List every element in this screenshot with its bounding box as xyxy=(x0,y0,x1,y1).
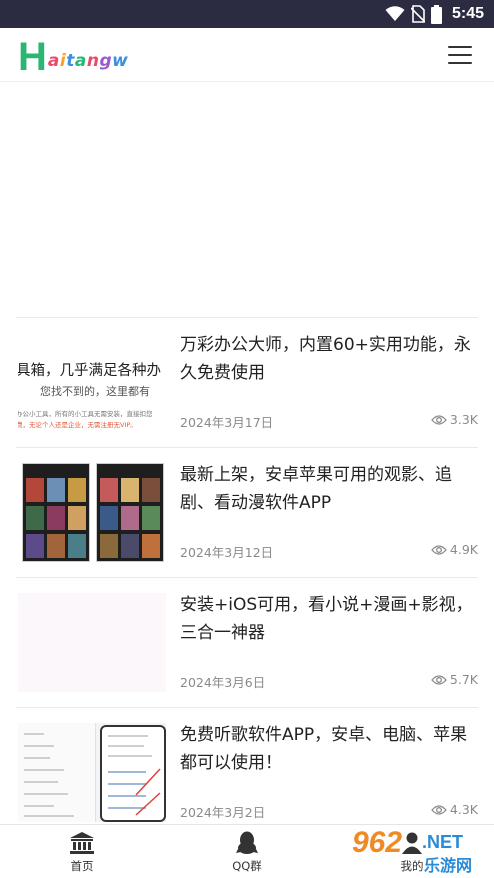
site-watermark: 962 .NET 乐游网 xyxy=(350,826,488,876)
battery-icon xyxy=(430,4,442,24)
phone-screenshot xyxy=(96,463,164,562)
logo-letter: g xyxy=(99,51,113,71)
qq-penguin-icon xyxy=(236,831,258,854)
logo-letter: a xyxy=(74,51,87,71)
article-views: 4.9K xyxy=(431,542,478,557)
watermark-net: .NET xyxy=(422,832,464,852)
watermark-text: 乐游网 xyxy=(424,856,473,875)
article-list: 具箱，几乎满足各种办 您找不到的，这里都有 办公小工具，所有的小工具无需安装，直… xyxy=(0,317,494,837)
eye-icon xyxy=(431,674,447,685)
nav-qq-group[interactable]: QQ群 xyxy=(197,831,297,874)
header: H aitangw xyxy=(0,28,494,82)
article-item[interactable]: 免费听歌软件APP，安卓、电脑、苹果都可以使用！ 2024年3月2日 4.3K xyxy=(16,707,478,837)
logo-letter-h: H xyxy=(18,35,47,79)
article-date: 2024年3月6日 xyxy=(180,675,266,690)
logo-letter: w xyxy=(112,51,129,71)
views-count: 3.3K xyxy=(449,412,478,427)
nav-home-label: 首页 xyxy=(70,859,94,873)
eye-icon xyxy=(431,414,447,425)
logo-letter: t xyxy=(66,51,75,71)
article-item[interactable]: 安装+iOS可用，看小说+漫画+影视，三合一神器 2024年3月6日 5.7K xyxy=(16,577,478,707)
views-count: 4.3K xyxy=(449,802,478,817)
watermark-number: 962 xyxy=(352,826,403,859)
nav-qq-label: QQ群 xyxy=(232,859,262,873)
article-title[interactable]: 最新上架，安卓苹果可用的观影、追剧、看动漫软件APP xyxy=(180,461,478,517)
no-sim-icon xyxy=(410,5,425,23)
logo-wordmark: aitangw xyxy=(48,51,128,71)
article-thumbnail[interactable]: 具箱，几乎满足各种办 您找不到的，这里都有 办公小工具，所有的小工具无需安装，直… xyxy=(18,333,166,432)
status-time: 5:45 xyxy=(451,5,484,22)
menu-button[interactable] xyxy=(448,43,472,67)
article-date: 2024年3月12日 xyxy=(180,545,274,560)
article-title[interactable]: 安装+iOS可用，看小说+漫画+影视，三合一神器 xyxy=(180,591,478,647)
logo-letter: n xyxy=(86,51,100,71)
logo-letter: a xyxy=(47,51,60,71)
article-date: 2024年3月17日 xyxy=(180,415,274,430)
article-views: 3.3K xyxy=(431,412,478,427)
article-views: 5.7K xyxy=(431,672,478,687)
eye-icon xyxy=(431,544,447,555)
views-count: 4.9K xyxy=(449,542,478,557)
phone-screenshot xyxy=(18,723,96,822)
article-item[interactable]: 具箱，几乎满足各种办 您找不到的，这里都有 办公小工具，所有的小工具无需安装，直… xyxy=(16,317,478,447)
eye-icon xyxy=(431,804,447,815)
article-views: 4.3K xyxy=(431,802,478,817)
thumb-text: 办公小工具，所有的小工具无需安装，直接扣您 xyxy=(18,410,153,418)
status-bar: 5:45 xyxy=(0,0,494,28)
nav-home[interactable]: 首页 xyxy=(32,831,132,874)
thumb-text: 您找不到的，这里都有 xyxy=(40,385,150,398)
wifi-icon xyxy=(385,6,405,21)
article-title[interactable]: 免费听歌软件APP，安卓、电脑、苹果都可以使用！ xyxy=(180,721,478,777)
article-thumbnail[interactable] xyxy=(18,463,166,562)
article-thumbnail[interactable] xyxy=(18,723,166,822)
thumb-text: 具箱，几乎满足各种办 xyxy=(18,363,161,379)
status-icons: 5:45 xyxy=(385,4,484,24)
bank-icon xyxy=(70,832,94,854)
banner-area xyxy=(0,83,494,317)
article-thumbnail[interactable] xyxy=(18,593,166,692)
phone-screenshot xyxy=(22,463,90,562)
thumb-text: 费，无论个人还是企业，无需注册无VIP。 xyxy=(18,421,137,429)
site-logo[interactable]: H aitangw xyxy=(18,33,128,77)
article-title[interactable]: 万彩办公大师，内置60+实用功能，永久免费使用 xyxy=(180,331,478,387)
article-date: 2024年3月2日 xyxy=(180,805,266,820)
article-item[interactable]: 最新上架，安卓苹果可用的观影、追剧、看动漫软件APP 2024年3月12日 4.… xyxy=(16,447,478,577)
phone-screenshot xyxy=(100,725,166,822)
views-count: 5.7K xyxy=(449,672,478,687)
